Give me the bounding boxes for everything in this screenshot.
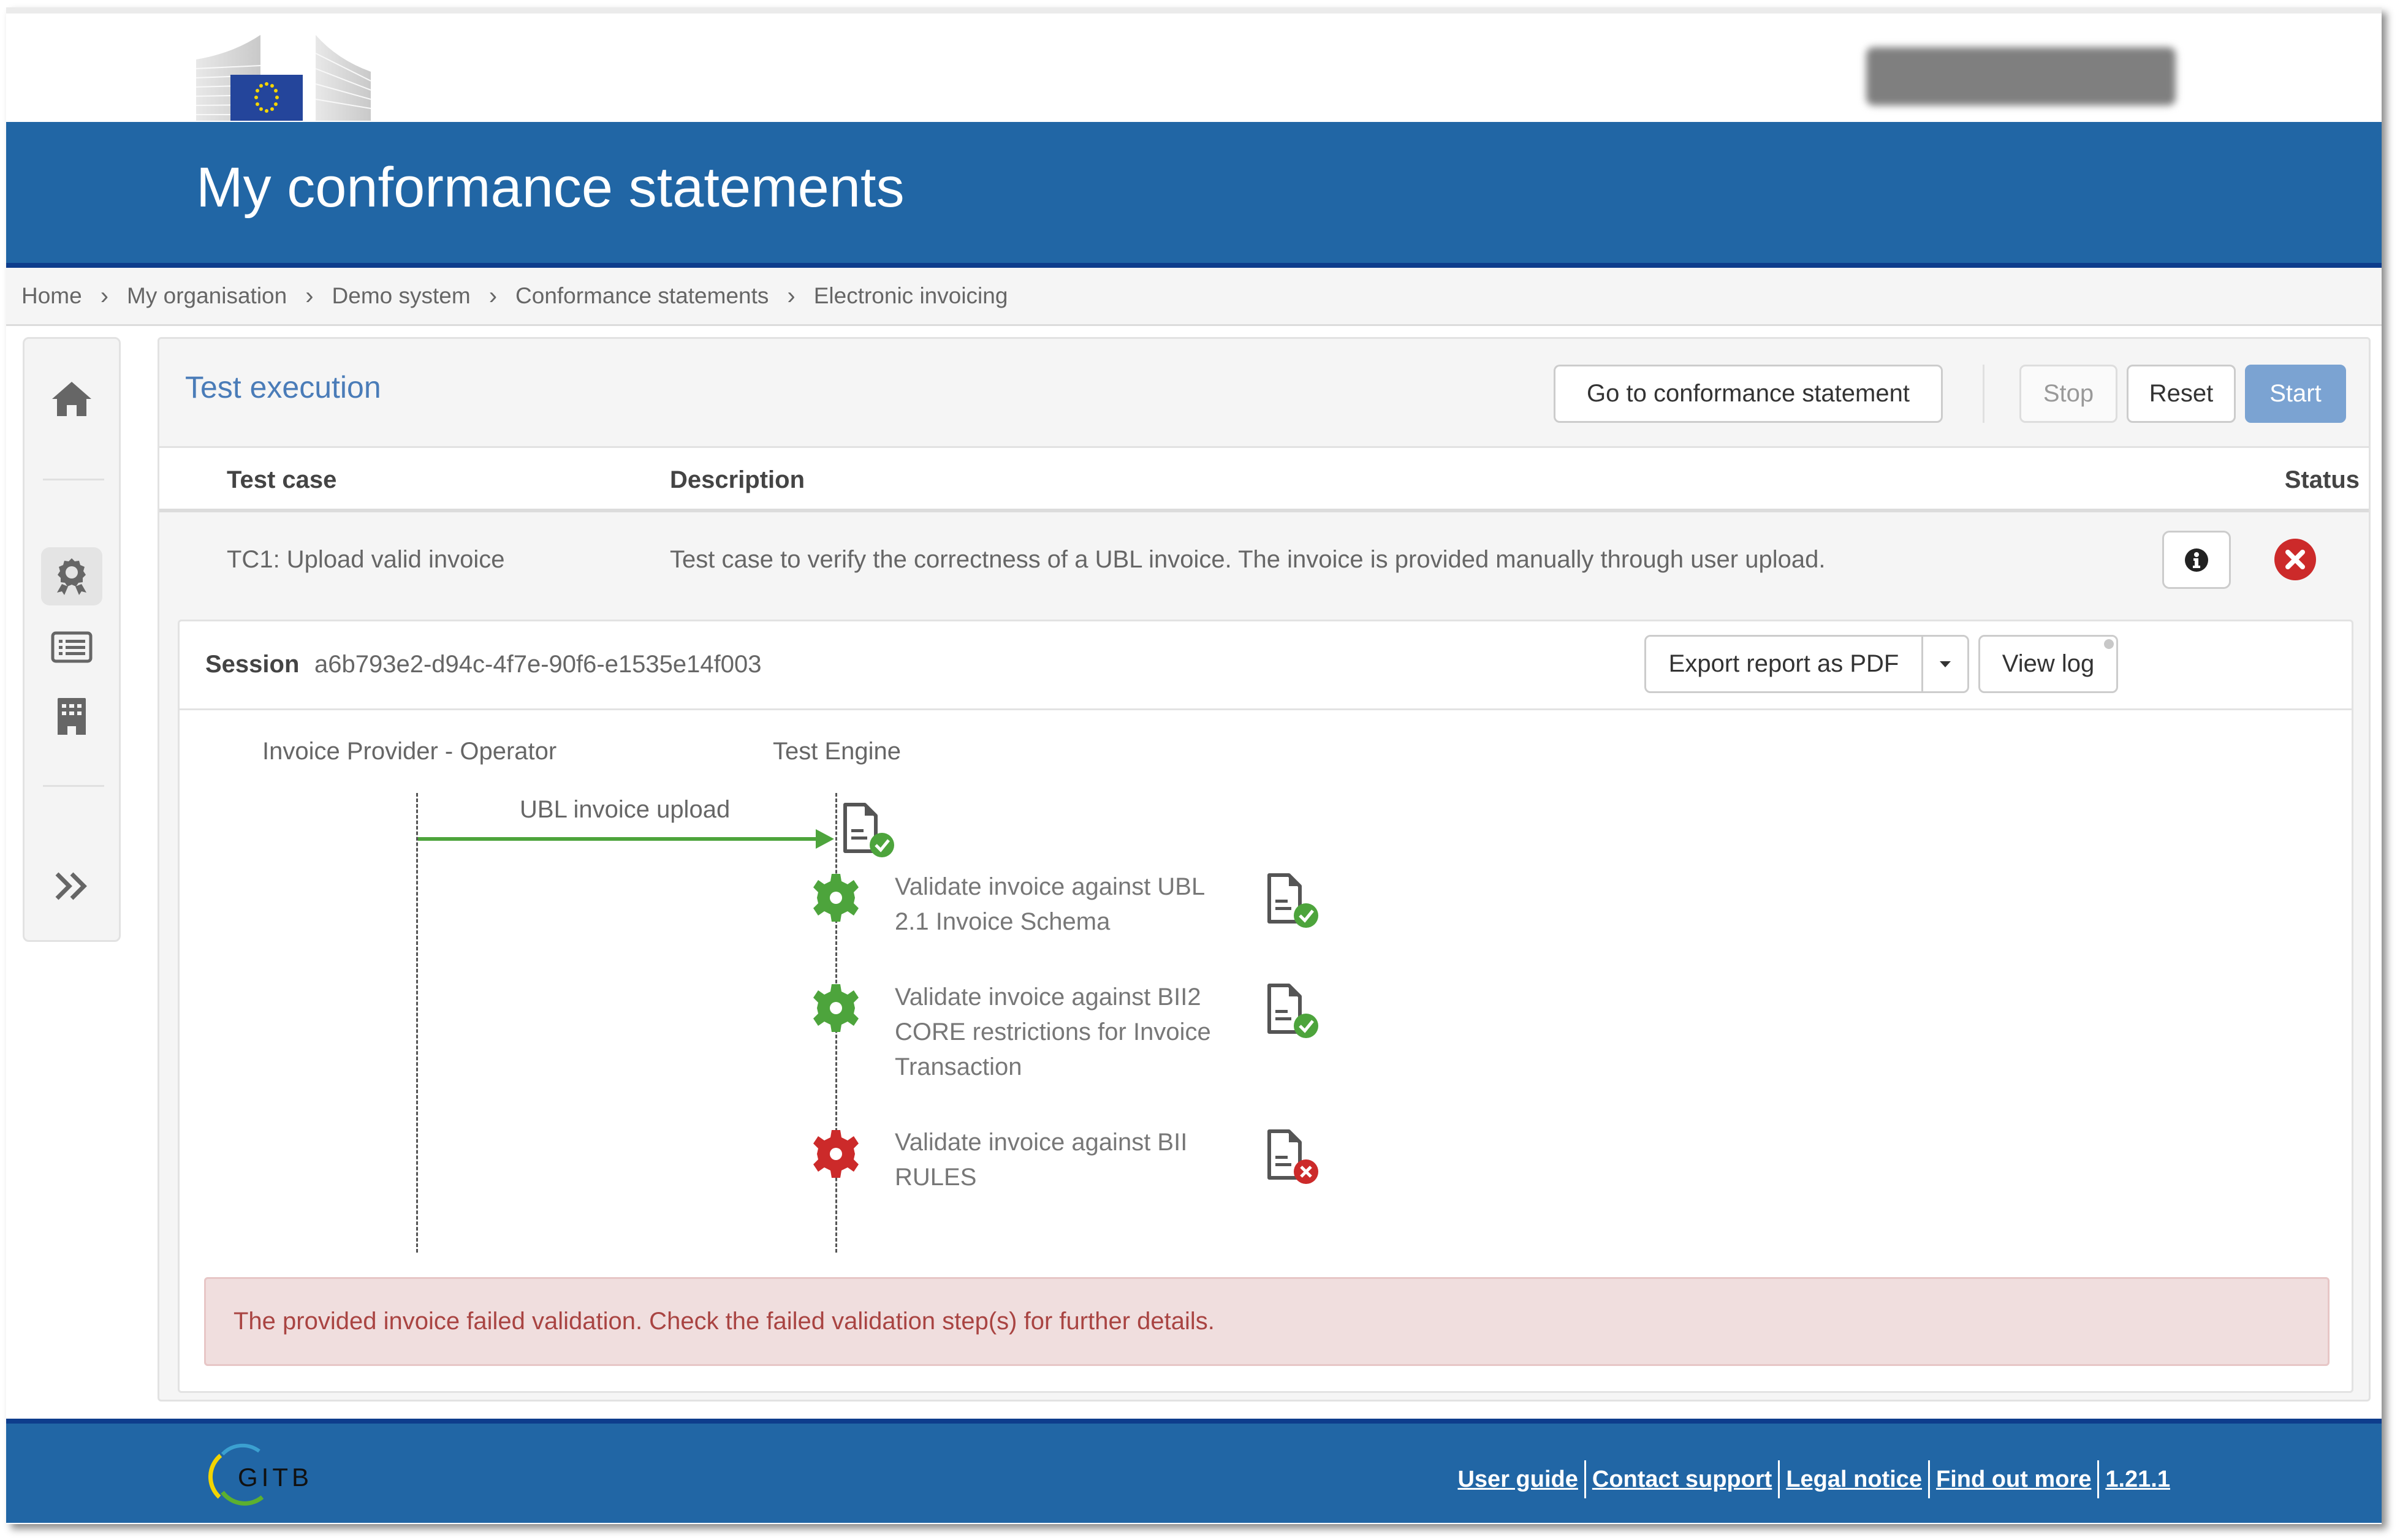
sidebar-item-organisation[interactable] [41,687,102,745]
certificate-icon [57,558,86,595]
top-strip [6,7,2382,13]
home-icon [52,381,91,416]
breadcrumb-current: Electronic invoicing [813,283,1008,308]
sidebar-item-home[interactable] [41,370,102,428]
gear-error-icon [813,1130,859,1178]
document-error-icon[interactable] [1264,1129,1323,1187]
site-header [6,13,2382,122]
footer-links: User guide Contact support Legal notice … [1451,1460,2176,1498]
message-label: UBL invoice upload [520,796,731,823]
gitb-logo-text: GITB [238,1463,313,1492]
session-panel: Session a6b793e2-d94c-4f7e-90f6-e1535e14… [178,620,2353,1393]
go-to-conformance-statement-button[interactable]: Go to conformance statement [1554,365,1943,423]
gear-success-icon [813,874,859,922]
sidebar-divider [43,785,104,787]
breadcrumb-home[interactable]: Home [21,283,82,309]
european-commission-logo[interactable] [196,35,371,121]
footer-link-user-guide[interactable]: User guide [1451,1466,1584,1493]
title-band: My conformance statements [6,122,2382,268]
building-icon [58,697,86,735]
footer-link-legal-notice[interactable]: Legal notice [1780,1466,1928,1493]
step-line: Validate invoice against BII2 [895,984,1201,1011]
caret-down-icon [1940,661,1951,667]
actor-invoice-provider: Invoice Provider - Operator [262,738,557,765]
step-description: Validate invoice against BII RULES [895,1125,1263,1195]
step-line: Validate invoice against UBL [895,873,1206,900]
step-description: Validate invoice against BII2 CORE restr… [895,980,1263,1085]
site-footer: GITB User guide Contact support Legal no… [6,1419,2382,1523]
breadcrumb: Home › My organisation › Demo system › C… [6,268,2382,326]
info-icon [2185,548,2208,572]
sidebar-divider [43,479,104,480]
actor-test-engine: Test Engine [773,738,902,765]
view-log-label: View log [2002,650,2095,677]
step-line: CORE restrictions for Invoice [895,1018,1211,1045]
table-row[interactable]: TC1: Upload valid invoice Test case to v… [159,512,2369,613]
column-header-test-case: Test case [227,466,337,493]
gear-success-icon [813,984,859,1032]
view-log-button[interactable]: View log [1978,635,2118,693]
gitb-logo[interactable]: GITB [201,1442,348,1509]
test-case-name: TC1: Upload valid invoice [227,546,505,573]
lifeline-invoice-provider [416,793,418,1253]
start-button[interactable]: Start [2245,365,2346,423]
test-case-description: Test case to verify the correctness of a… [670,546,1826,573]
step-description: Validate invoice against UBL 2.1 Invoice… [895,870,1263,939]
chevron-right-icon: › [305,282,314,309]
test-execution-panel: Test execution Go to conformance stateme… [158,337,2371,1402]
column-header-description: Description [670,466,805,493]
step-line: RULES [895,1164,977,1191]
document-success-icon[interactable] [1264,983,1323,1041]
log-indicator-dot [2104,639,2114,649]
chevron-right-icon: › [488,282,498,309]
footer-link-version[interactable]: 1.21.1 [2099,1466,2176,1493]
session-header: Session a6b793e2-d94c-4f7e-90f6-e1535e14… [180,621,2352,710]
toolbar-divider [1983,365,1984,423]
list-icon [51,631,93,662]
table-header: Test case Description Status [159,446,2369,512]
step-line: Transaction [895,1053,1022,1080]
page-title: My conformance statements [196,156,905,219]
footer-link-find-out-more[interactable]: Find out more [1930,1466,2097,1493]
step-line: 2.1 Invoice Schema [895,908,1111,935]
panel-title: Test execution [185,370,381,404]
document-success-icon[interactable] [840,802,898,860]
message-arrowhead [816,829,834,849]
breadcrumb-organisation[interactable]: My organisation [127,283,287,309]
session-label: Session [205,651,300,678]
chevron-right-icon: › [100,282,109,309]
export-options-dropdown[interactable] [1923,637,1967,691]
sidebar-item-test-sessions[interactable] [41,618,102,676]
column-header-status: Status [2284,466,2360,493]
breadcrumb-statements[interactable]: Conformance statements [515,283,769,309]
validation-error-alert: The provided invoice failed validation. … [204,1277,2330,1366]
step-line: Validate invoice against BII [895,1129,1188,1156]
app-window: My conformance statements Home › My orga… [6,7,2382,1524]
stop-button[interactable]: Stop [2019,365,2117,423]
test-case-info-button[interactable] [2162,531,2231,589]
session-id: a6b793e2-d94c-4f7e-90f6-e1535e14f003 [314,651,762,678]
footer-link-contact-support[interactable]: Contact support [1586,1466,1778,1493]
reset-button[interactable]: Reset [2127,365,2236,423]
sidebar-expand-toggle[interactable] [41,857,102,915]
status-failed-icon [2274,539,2316,580]
sidebar [23,337,121,942]
message-arrow-line [418,837,816,841]
export-report-button-group: Export report as PDF [1644,635,1969,693]
sidebar-item-conformance[interactable] [41,547,102,605]
double-chevron-right-icon [55,872,87,900]
user-menu-blurred[interactable] [1866,47,2176,105]
chevron-right-icon: › [787,282,796,309]
breadcrumb-system[interactable]: Demo system [332,283,471,309]
document-success-icon[interactable] [1264,873,1323,931]
export-report-pdf-button[interactable]: Export report as PDF [1646,637,1923,691]
